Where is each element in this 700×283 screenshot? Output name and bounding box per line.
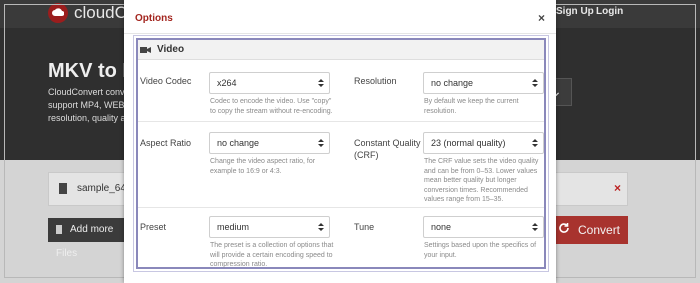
remove-file-icon[interactable]: × — [614, 181, 621, 195]
select-arrows-icon — [532, 79, 538, 87]
logo-text: cloudC — [74, 3, 127, 22]
tune-help: Settings based upon the specifics of you… — [424, 242, 537, 259]
aspect-ratio-value: no change — [217, 138, 260, 148]
aspect-ratio-label: Aspect Ratio — [140, 138, 192, 148]
modal-header: Options × — [124, 0, 556, 34]
options-row: Video Codec x264 Codec to encode the vid… — [138, 60, 544, 122]
convert-button[interactable]: Convert — [548, 216, 628, 244]
refresh-icon — [558, 216, 570, 244]
video-codec-value: x264 — [217, 78, 237, 88]
resolution-select[interactable]: no change — [423, 72, 544, 94]
tune-label: Tune — [354, 222, 375, 232]
file-plus-icon — [56, 224, 62, 234]
select-arrows-icon — [318, 223, 324, 231]
video-camera-icon — [140, 46, 151, 54]
cloud-logo-icon — [48, 3, 68, 23]
preset-select[interactable]: medium — [209, 216, 330, 238]
signup-link[interactable]: Sign Up — [556, 6, 594, 17]
close-icon[interactable]: × — [538, 11, 545, 25]
select-arrows-icon — [532, 223, 538, 231]
constant-quality-select[interactable]: 23 (normal quality) — [423, 132, 544, 154]
options-modal: Options × Video Video Codec x264 Codec t… — [124, 0, 556, 283]
select-arrows-icon — [318, 139, 324, 147]
options-row: Aspect Ratio no change Change the video … — [138, 122, 544, 208]
tune-value: none — [431, 222, 452, 232]
select-arrows-icon — [532, 139, 538, 147]
add-more-files-button[interactable]: Add more Files — [48, 218, 128, 259]
resolution-label: Resolution — [354, 76, 397, 86]
video-section-header: Video — [138, 40, 544, 60]
select-arrows-icon — [318, 79, 324, 87]
modal-title: Options — [135, 13, 173, 24]
section-title: Video — [157, 44, 185, 55]
video-options-panel: Video Video Codec x264 Codec to encode t… — [133, 35, 549, 272]
resolution-help: By default we keep the current resolutio… — [424, 98, 519, 115]
video-codec-label: Video Codec — [140, 76, 192, 86]
constant-quality-label: Constant Quality (CRF) — [354, 138, 421, 160]
convert-label: Convert — [578, 223, 621, 237]
aspect-ratio-help: Change the video aspect ratio, for examp… — [210, 158, 316, 175]
preset-label: Preset — [140, 222, 167, 232]
file-icon — [59, 183, 67, 194]
preset-value: medium — [217, 222, 250, 232]
resolution-value: no change — [431, 78, 474, 88]
tune-select[interactable]: none — [423, 216, 544, 238]
aspect-ratio-select[interactable]: no change — [209, 132, 330, 154]
constant-quality-value: 23 (normal quality) — [431, 138, 506, 148]
login-link[interactable]: Login — [596, 6, 623, 17]
video-codec-help: Codec to encode the video. Use "copy" to… — [210, 98, 333, 115]
video-codec-select[interactable]: x264 — [209, 72, 330, 94]
options-row: Preset medium The preset is a collection… — [138, 208, 544, 268]
constant-quality-help: The CRF value sets the video quality and… — [424, 158, 539, 203]
preset-help: The preset is a collection of options th… — [210, 242, 334, 268]
app-logo[interactable]: cloudC — [48, 3, 127, 23]
